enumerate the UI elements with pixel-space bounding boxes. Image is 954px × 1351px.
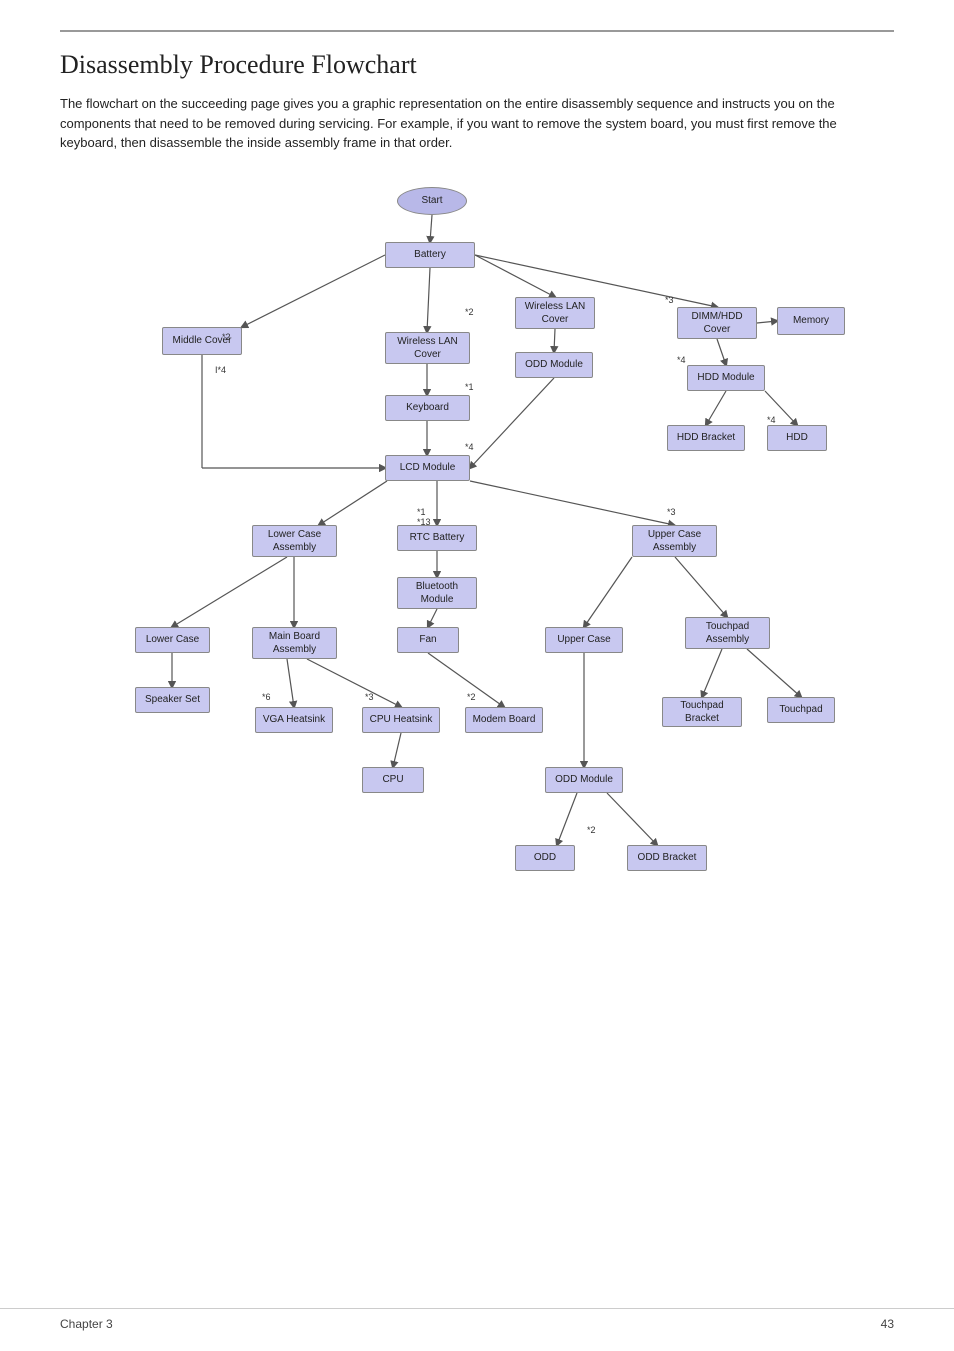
- fc-label-12: *3: [365, 692, 374, 702]
- fc-label-8: *1: [417, 507, 426, 517]
- fc-node-keyboard: Keyboard: [385, 395, 470, 421]
- fc-node-touchpad_bracket: Touchpad Bracket: [662, 697, 742, 727]
- fc-node-touchpad_assembly: Touchpad Assembly: [685, 617, 770, 649]
- fc-node-main_board_assembly: Main Board Assembly: [252, 627, 337, 659]
- fc-label-6: *4: [767, 415, 776, 425]
- fc-node-lower_case: Lower Case: [135, 627, 210, 653]
- fc-node-battery: Battery: [385, 242, 475, 268]
- fc-node-bluetooth_module: Bluetooth Module: [397, 577, 477, 609]
- fc-label-0: *2: [222, 332, 231, 342]
- fc-node-speaker_set: Speaker Set: [135, 687, 210, 713]
- fc-node-dimm_hdd_cover: DIMM/HDD Cover: [677, 307, 757, 339]
- fc-label-9: *13: [417, 517, 431, 527]
- fc-node-odd_bracket: ODD Bracket: [627, 845, 707, 871]
- fc-node-lcd_module: LCD Module: [385, 455, 470, 481]
- fc-label-5: *4: [677, 355, 686, 365]
- fc-node-wireless_lan_cover_top: Wireless LAN Cover: [515, 297, 595, 329]
- footer-chapter: Chapter 3: [60, 1317, 113, 1331]
- fc-node-hdd_module: HDD Module: [687, 365, 765, 391]
- fc-node-touchpad: Touchpad: [767, 697, 835, 723]
- fc-node-wireless_lan_cover: Wireless LAN Cover: [385, 332, 470, 364]
- fc-label-10: *3: [667, 507, 676, 517]
- fc-label-3: I*4: [215, 365, 226, 375]
- fc-label-13: *2: [467, 692, 476, 702]
- fc-node-memory: Memory: [777, 307, 845, 335]
- fc-label-14: *2: [587, 825, 596, 835]
- footer: Chapter 3 43: [0, 1308, 954, 1331]
- fc-node-cpu: CPU: [362, 767, 424, 793]
- fc-node-rtc_battery: RTC Battery: [397, 525, 477, 551]
- fc-node-odd_module_top: ODD Module: [515, 352, 593, 378]
- fc-label-1: *2: [465, 307, 474, 317]
- fc-node-odd: ODD: [515, 845, 575, 871]
- fc-label-11: *6: [262, 692, 271, 702]
- fc-label-4: *1: [465, 382, 474, 392]
- top-border: [60, 30, 894, 32]
- fc-node-lower_case_assembly: Lower Case Assembly: [252, 525, 337, 557]
- fc-node-odd_module_bot: ODD Module: [545, 767, 623, 793]
- description: The flowchart on the succeeding page giv…: [60, 94, 894, 153]
- page: Disassembly Procedure Flowchart The flow…: [0, 0, 954, 1351]
- fc-node-fan: Fan: [397, 627, 459, 653]
- fc-node-start: Start: [397, 187, 467, 215]
- flowchart-area: Start Battery Wireless LAN Cover DIMM/HDD C…: [67, 177, 887, 1127]
- fc-label-7: *4: [465, 442, 474, 452]
- fc-node-upper_case_assembly: Upper Case Assembly: [632, 525, 717, 557]
- footer-page: 43: [881, 1317, 894, 1331]
- fc-node-vga_heatsink: VGA Heatsink: [255, 707, 333, 733]
- fc-node-hdd: HDD: [767, 425, 827, 451]
- fc-node-hdd_bracket: HDD Bracket: [667, 425, 745, 451]
- fc-node-upper_case_node: Upper Case: [545, 627, 623, 653]
- fc-label-2: *3: [665, 295, 674, 305]
- fc-node-cpu_heatsink: CPU Heatsink: [362, 707, 440, 733]
- page-title: Disassembly Procedure Flowchart: [60, 50, 894, 80]
- fc-node-modem_board: Modem Board: [465, 707, 543, 733]
